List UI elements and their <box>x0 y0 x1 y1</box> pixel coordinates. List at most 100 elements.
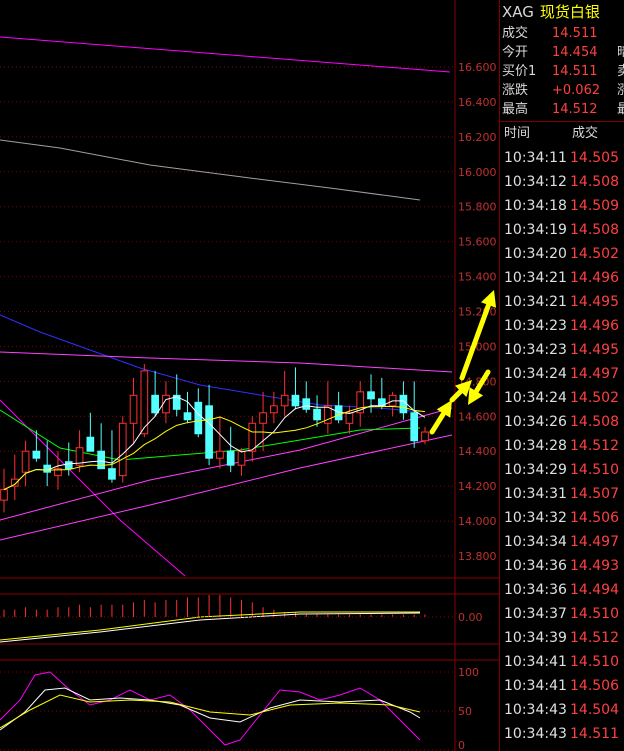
tick-row: 10:34:39 14.512 <box>500 626 624 650</box>
tick-time: 10:34:43 <box>504 726 567 742</box>
tick-row: 10:34:37 14.510 <box>500 602 624 626</box>
candle-body <box>216 450 224 459</box>
ma-line <box>0 139 421 201</box>
tick-price: 14.504 <box>570 702 619 718</box>
candle-body <box>21 450 30 473</box>
tick-time: 10:34:20 <box>504 246 567 262</box>
tick-time: 10:34:18 <box>504 198 567 214</box>
tick-time: 10:34:34 <box>504 534 567 550</box>
tick-price: 14.497 <box>570 534 619 550</box>
tick-row: 10:34:43 14.504 <box>500 698 624 722</box>
tick-row: 10:34:19 14.508 <box>500 218 624 242</box>
tick-time: 10:34:26 <box>504 414 567 430</box>
candle-body <box>97 450 106 470</box>
y-tick-label: 16.600 <box>458 61 497 74</box>
candle-body <box>118 422 127 477</box>
candle-body <box>129 394 138 424</box>
tick-row: 10:34:28 14.512 <box>500 434 624 458</box>
tick-time: 10:34:23 <box>504 318 567 334</box>
candle-body <box>32 450 41 459</box>
symbol-code: XAG <box>502 3 534 21</box>
quote-label: 最高 <box>502 102 529 117</box>
tick-row: 10:34:29 14.510 <box>500 458 624 482</box>
tick-price: 14.507 <box>570 486 619 502</box>
tick-price: 14.495 <box>570 342 619 358</box>
tick-row: 10:34:34 14.497 <box>500 530 624 554</box>
candle-body <box>86 436 95 452</box>
quote-row: 最高 14.512 最 <box>500 100 624 119</box>
tick-time: 10:34:41 <box>504 654 567 670</box>
candle-body <box>291 394 300 407</box>
tick-price: 14.497 <box>570 366 619 382</box>
tick-time: 10:34:36 <box>504 582 567 598</box>
tick-price: 14.506 <box>570 510 619 526</box>
y-tick-label: 14.400 <box>458 445 497 458</box>
y-tick-label: 14.600 <box>458 410 497 423</box>
tick-time: 10:34:24 <box>504 366 567 382</box>
tick-price: 14.508 <box>570 174 619 190</box>
quote-extra-label: 暗 <box>617 43 624 62</box>
quote-label: 涨跌 <box>502 83 529 98</box>
tick-row: 10:34:24 14.502 <box>500 386 624 410</box>
tick-time: 10:34:19 <box>504 222 567 238</box>
tick-time: 10:34:39 <box>504 630 567 646</box>
quote-extra-label: 最 <box>617 100 624 119</box>
tick-row: 10:34:32 14.506 <box>500 506 624 530</box>
y-tick-label: 16.000 <box>458 166 497 179</box>
tick-price: 14.509 <box>570 198 619 214</box>
tick-price: 14.506 <box>570 678 619 694</box>
tick-price: 14.510 <box>570 654 619 670</box>
oscillator-line-k <box>0 671 421 746</box>
tick-time: 10:34:23 <box>504 342 567 358</box>
tick-row: 10:34:23 14.496 <box>500 314 624 338</box>
candle-body <box>64 461 73 470</box>
y-tick-label: 14.200 <box>458 480 497 493</box>
trendline <box>0 351 453 373</box>
quote-value: 14.512 <box>552 102 598 117</box>
tick-price: 14.508 <box>570 414 619 430</box>
candle-body <box>194 401 203 435</box>
quote-label: 买价1 <box>502 64 537 79</box>
tick-price: 14.494 <box>570 582 619 598</box>
y-tick-label: 15.400 <box>458 271 497 284</box>
ma-line <box>0 399 186 577</box>
candle-body <box>183 412 192 421</box>
quote-row: 涨跌 +0.062 涨 <box>500 81 624 100</box>
tick-row: 10:34:36 14.494 <box>500 578 624 602</box>
arrow-shaft <box>449 388 464 403</box>
volume-tick-label: 0.00 <box>458 611 483 624</box>
quote-row: 买价1 14.511 卖 <box>500 62 624 81</box>
tick-time: 10:34:11 <box>504 150 567 166</box>
tick-time: 10:34:24 <box>504 390 567 406</box>
tick-row: 10:34:11 14.505 <box>500 146 624 170</box>
oscillator-tick-label: 0 <box>458 739 465 751</box>
ticks-header-price: 成交 <box>572 126 599 141</box>
candle-body <box>367 391 375 400</box>
tick-price: 14.496 <box>570 270 619 286</box>
quote-rows: 成交 14.511 今开 14.454 暗买价1 14.511 卖涨跌 +0.062 涨最高 14… <box>500 24 624 119</box>
ticks-header-time: 时间 <box>504 126 531 141</box>
tick-time: 10:34:12 <box>504 174 567 190</box>
tick-time: 10:34:32 <box>504 510 567 526</box>
candle-body <box>151 394 159 414</box>
y-tick-label: 15.200 <box>458 306 497 319</box>
quote-value: 14.454 <box>552 45 598 60</box>
tick-time: 10:34:28 <box>504 438 567 454</box>
tick-price: 14.502 <box>570 390 619 406</box>
tick-price: 14.510 <box>570 606 619 622</box>
tick-row: 10:34:41 14.506 <box>500 674 624 698</box>
candle-body <box>205 405 213 459</box>
quote-label: 成交 <box>502 26 529 41</box>
tick-row: 10:34:43 14.511 <box>500 722 624 746</box>
tick-price: 14.511 <box>570 726 619 742</box>
candle-body <box>313 408 321 421</box>
tick-time: 10:34:29 <box>504 462 567 478</box>
candle-body <box>270 405 278 414</box>
tick-price: 14.493 <box>570 558 619 574</box>
tick-row: 10:34:26 14.508 <box>500 410 624 434</box>
candle-body <box>421 431 429 442</box>
quote-extra-label: 涨 <box>617 81 624 100</box>
kline-chart: 16.600 16.400 16.200 16.000 15.800 15.600 15.4… <box>0 0 499 751</box>
tick-list[interactable]: 10:34:11 14.505 10:34:12 14.508 10:34:18 14.5… <box>500 146 624 746</box>
tick-time: 10:34:31 <box>504 486 567 502</box>
